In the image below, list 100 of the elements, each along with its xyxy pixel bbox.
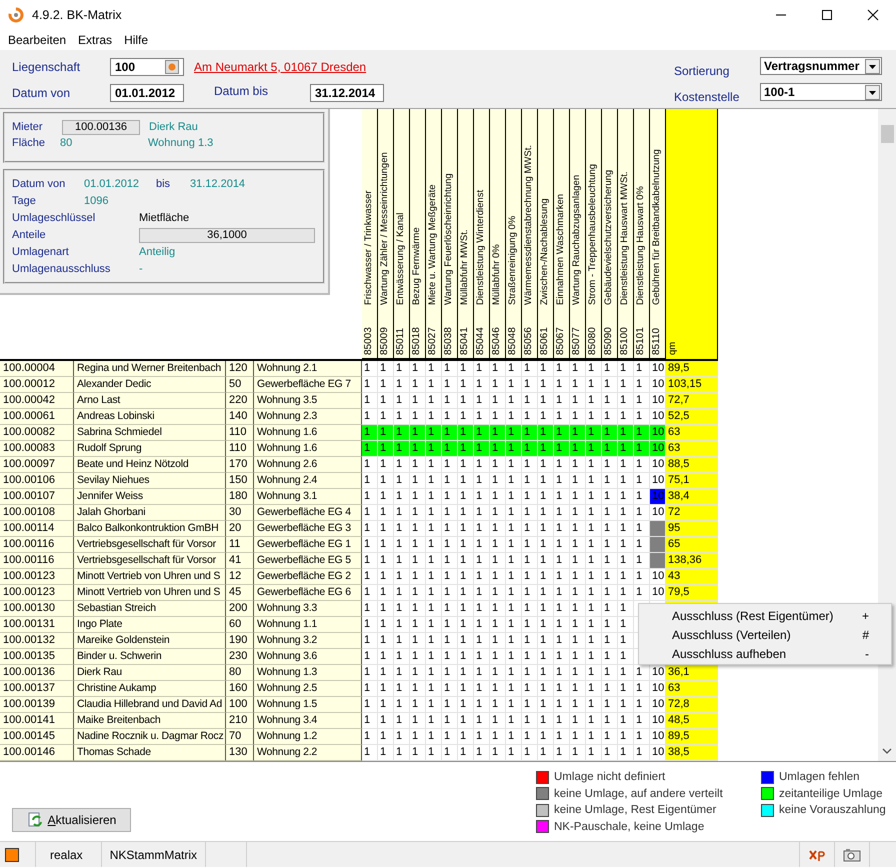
matrix-cell: 1 [394,521,410,537]
contract-number: 100.00123 [0,569,74,585]
lookup-icon [168,63,176,71]
matrix-cell: 1 [602,425,618,441]
matrix-cell: 1 [426,569,442,585]
context-menu-item[interactable]: Ausschluss aufheben - [641,644,889,663]
matrix-cell: 1 [442,553,458,569]
export-icon[interactable] [808,848,826,862]
matrix-cell: 1 [506,665,522,681]
matrix-cell: 1 [586,361,602,377]
matrix-cell: 1 [394,361,410,377]
matrix-cell: 1 [426,697,442,713]
tenant-name: Maike Breitenbach [74,713,226,729]
matrix-cell: 1 [362,665,378,681]
matrix-cell: 1 [394,569,410,585]
matrix-cell: 1 [618,617,634,633]
matrix-cell: 1 [522,505,538,521]
matrix-cell: 1 [490,393,506,409]
area-value: 130 [226,745,254,761]
matrix-cell: 1 [458,441,474,457]
matrix-cell: 1 [426,425,442,441]
matrix-cell: 1 [554,489,570,505]
matrix-cell: 1 [634,505,650,521]
matrix-cell: 1 [586,441,602,457]
property-field[interactable]: 100 [110,58,184,76]
matrix-cell: 1 [506,553,522,569]
lookup-button[interactable] [165,60,179,74]
column-title: Müllabfuhr 0% [490,243,503,307]
matrix-cell: 1 [554,649,570,665]
column-title: Müllabfuhr MWSt. [458,228,471,307]
tenant-name: Mareike Goldenstein [74,633,226,649]
camera-icon[interactable] [843,848,861,862]
menu-item[interactable]: Hilfe [118,33,154,47]
matrix-cell: 1 [538,569,554,585]
matrix-cell: 1 [554,617,570,633]
unit-name: Wohnung 1.5 [254,697,362,713]
column-code: 85101 [634,309,649,359]
shares-field[interactable]: 36,1000 [139,228,315,242]
matrix-cell: 1 [362,377,378,393]
area-sqm-cell: 63 [666,681,718,697]
tenant-number-field[interactable]: 100.00136 [62,120,140,134]
address-link[interactable]: Am Neumarkt 5, 01067 Dresden [194,60,384,74]
scrollbar-thumb[interactable] [880,125,894,143]
matrix-cell: 1 [554,537,570,553]
matrix-cell: 1 [634,441,650,457]
refresh-button[interactable]: Aktualisieren [12,808,131,832]
matrix-cell: 1 [618,553,634,569]
matrix-cell: 1 [538,457,554,473]
column-title: Miete u. Wartung Meßgeräte [426,183,439,307]
matrix-cell: 1 [586,729,602,745]
column-code: 85100 [618,309,633,359]
matrix-cell: 1 [538,425,554,441]
scroll-down-icon[interactable] [882,747,892,755]
matrix-cell: 1 [618,377,634,393]
matrix-cell: 1 [506,393,522,409]
matrix-cell: 1 [490,601,506,617]
matrix-cell: 1 [474,361,490,377]
tenant-name: Sevilay Niehues [74,473,226,489]
matrix-cell: 1 [410,457,426,473]
menu-item[interactable]: Extras [72,33,118,47]
contract-number: 100.00042 [0,393,74,409]
legend-label: zeitanteilige Umlage [779,788,883,800]
matrix-cell: 1 [554,681,570,697]
area-value: 160 [226,681,254,697]
matrix-cell: 1 [458,553,474,569]
days-value: 1096 [84,195,108,207]
matrix-cell: 1 [442,361,458,377]
matrix-cell: 1 [570,697,586,713]
area-sqm-cell: 43 [666,569,718,585]
shares-label: Anteile [12,229,47,241]
matrix-cell: 1 [378,505,394,521]
cost-center-select[interactable]: 100-1 [760,83,882,101]
matrix-cell: 1 [394,617,410,633]
matrix-cell: 1 [538,681,554,697]
sort-select[interactable]: Vertragsnummer [760,57,882,75]
date-to-field[interactable]: 31.12.2014 [310,84,384,102]
legend-label: Umlagen fehlen [779,771,860,784]
scrollbar[interactable] [878,109,896,761]
area-label: Fläche [12,137,46,149]
matrix-cell: 1 [602,457,618,473]
matrix-cell: 1 [586,457,602,473]
matrix-cell: 1 [410,441,426,457]
matrix-cell: 1 [538,649,554,665]
date-from-field[interactable]: 01.01.2012 [110,84,184,102]
column-title: Entwässerung / Kanal [394,212,407,307]
menu-item[interactable]: Bearbeiten [2,33,72,47]
area-sqm-cell: 75,1 [666,473,718,489]
matrix-cell: 1 [474,681,490,697]
matrix-cell: 1 [554,441,570,457]
matrix-cell: 1 [442,569,458,585]
matrix-cell: 1 [378,601,394,617]
matrix-cell: 1 [506,697,522,713]
caret-icon [865,58,880,74]
matrix-cell: 1 [522,521,538,537]
matrix-cell: 1 [618,729,634,745]
matrix-cell: 1 [394,537,410,553]
context-menu-item[interactable]: Ausschluss (Rest Eigentümer) + [641,606,889,625]
tenant-name: Rudolf Sprung [74,441,226,457]
matrix-cell: 1 [586,713,602,729]
context-menu-item[interactable]: Ausschluss (Verteilen) # [641,625,889,644]
